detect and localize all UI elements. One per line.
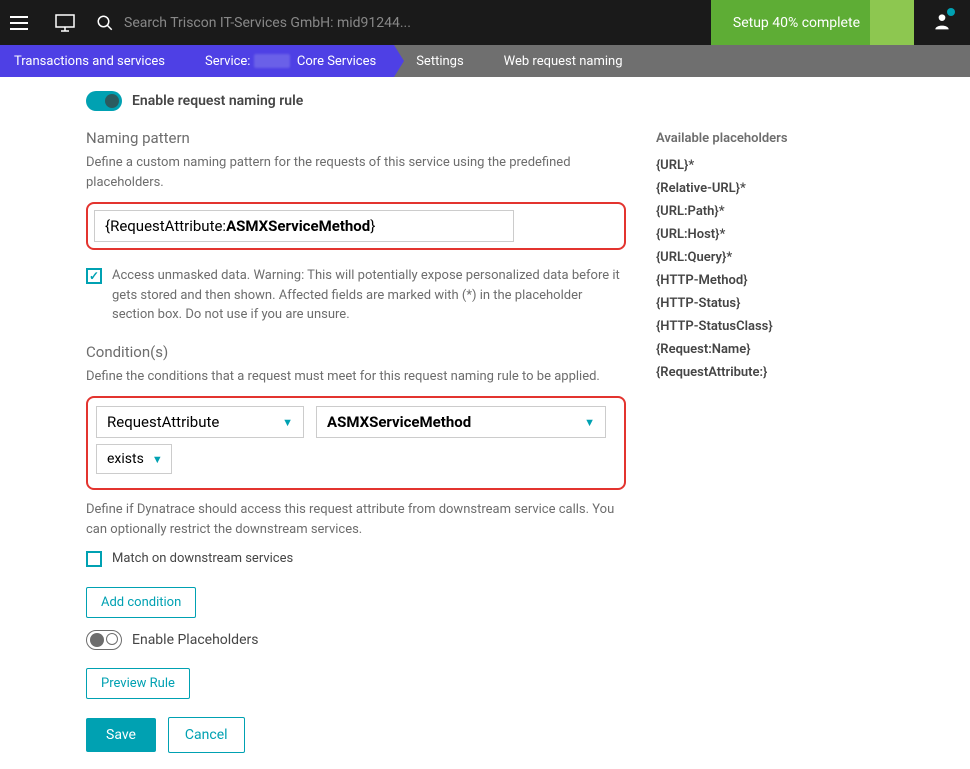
menu-icon[interactable] (10, 11, 34, 35)
match-downstream-checkbox[interactable] (86, 551, 102, 567)
naming-pattern-desc: Define a custom naming pattern for the r… (86, 153, 626, 192)
placeholder-item[interactable]: {HTTP-Method} (656, 273, 904, 288)
condition-value-select[interactable]: ASMXServiceMethod▼ (316, 406, 606, 438)
naming-pattern-highlight: {RequestAttribute:ASMXServiceMethod} (86, 202, 626, 250)
breadcrumb-service[interactable]: Service: Core Services (183, 45, 394, 77)
setup-label: Setup 40% complete (733, 15, 860, 31)
placeholder-item[interactable]: {URL}* (656, 158, 904, 173)
breadcrumb: Transactions and services Service: Core … (0, 45, 970, 77)
search-area[interactable]: Search Triscon IT-Services GmbH: mid9124… (96, 14, 711, 32)
breadcrumb-settings[interactable]: Settings (394, 45, 481, 77)
conditions-highlight: RequestAttribute▼ ASMXServiceMethod▼ exi… (86, 396, 626, 490)
chevron-down-icon: ▼ (584, 416, 595, 429)
top-bar: Search Triscon IT-Services GmbH: mid9124… (0, 0, 970, 45)
search-icon (96, 14, 114, 32)
enable-rule-label: Enable request naming rule (132, 93, 303, 109)
access-unmasked-label: Access unmasked data. Warning: This will… (112, 266, 626, 325)
placeholders-title: Available placeholders (656, 131, 904, 146)
placeholder-item[interactable]: {URL:Query}* (656, 250, 904, 265)
dashboard-icon[interactable] (54, 12, 76, 34)
enable-rule-toggle[interactable] (86, 91, 122, 111)
search-placeholder-text: Search Triscon IT-Services GmbH: mid9124… (124, 15, 411, 31)
save-button[interactable]: Save (86, 718, 156, 752)
preview-rule-button[interactable]: Preview Rule (86, 668, 190, 699)
chevron-down-icon: ▼ (282, 416, 293, 429)
condition-operator-select[interactable]: exists▼ (96, 444, 172, 474)
downstream-desc: Define if Dynatrace should access this r… (86, 500, 626, 539)
conditions-title: Condition(s) (86, 343, 626, 361)
breadcrumb-transactions[interactable]: Transactions and services (0, 45, 183, 77)
match-downstream-label: Match on downstream services (112, 549, 293, 569)
cancel-button[interactable]: Cancel (168, 717, 245, 753)
placeholder-item[interactable]: {URL:Host}* (656, 227, 904, 242)
enable-placeholders-toggle[interactable] (86, 630, 122, 650)
placeholder-item[interactable]: {Relative-URL}* (656, 181, 904, 196)
access-unmasked-checkbox[interactable] (86, 268, 102, 284)
setup-progress-badge[interactable]: Setup 40% complete (711, 0, 914, 45)
naming-pattern-input[interactable]: {RequestAttribute:ASMXServiceMethod} (94, 210, 514, 242)
placeholder-item[interactable]: {RequestAttribute:} (656, 365, 904, 380)
notification-dot-icon (947, 8, 955, 16)
chevron-down-icon: ▼ (152, 453, 163, 466)
placeholder-item[interactable]: {HTTP-Status} (656, 296, 904, 311)
placeholder-item[interactable]: {Request:Name} (656, 342, 904, 357)
condition-attribute-select[interactable]: RequestAttribute▼ (96, 406, 304, 438)
placeholder-item[interactable]: {HTTP-StatusClass} (656, 319, 904, 334)
naming-pattern-title: Naming pattern (86, 129, 626, 147)
add-condition-button[interactable]: Add condition (86, 587, 196, 618)
user-icon[interactable] (932, 11, 952, 35)
conditions-desc: Define the conditions that a request mus… (86, 367, 626, 387)
placeholder-item[interactable]: {URL:Path}* (656, 204, 904, 219)
breadcrumb-web-request-naming: Web request naming (482, 45, 641, 77)
enable-placeholders-label: Enable Placeholders (132, 632, 258, 648)
available-placeholders-panel: Available placeholders {URL}* {Relative-… (656, 91, 916, 753)
